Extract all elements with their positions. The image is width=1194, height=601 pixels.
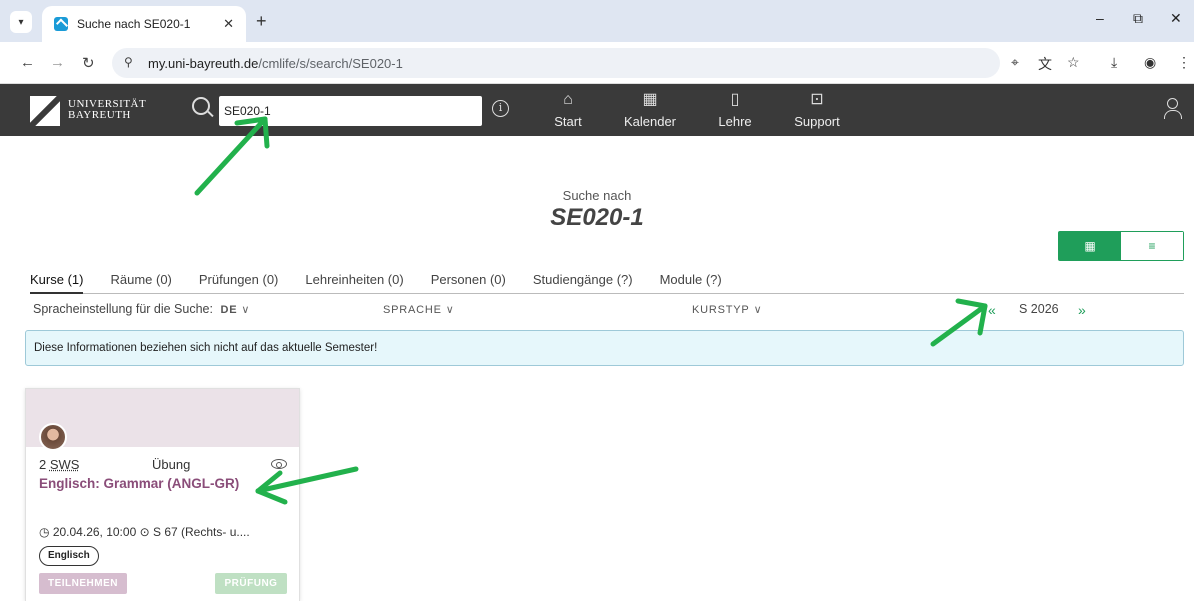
- nav-start[interactable]: ⌂ Start: [548, 90, 588, 129]
- toolbox-icon: ⊡: [810, 91, 824, 108]
- search-caption: Suche nach: [562, 188, 632, 203]
- browser-toolbar: ← → ↻ ⚲ my.uni-bayreuth.de/cmlife/s/sear…: [0, 42, 1194, 84]
- translate-icon[interactable]: 文: [1038, 54, 1052, 74]
- tab-personen[interactable]: Personen (0): [431, 272, 506, 294]
- tab-pruefungen[interactable]: Prüfungen (0): [199, 272, 279, 294]
- profile-icon[interactable]: ◉: [1144, 54, 1156, 71]
- tab-kurse[interactable]: Kurse (1): [30, 272, 84, 294]
- nav-support[interactable]: ⊡ Support: [790, 90, 844, 129]
- course-type: Übung: [152, 457, 191, 472]
- book-icon: ▯: [730, 91, 740, 108]
- course-sws: 2 SWS: [39, 457, 79, 472]
- grid-icon: ▦: [1084, 239, 1096, 253]
- kurstyp-filter[interactable]: KURSTYP ∨: [692, 302, 762, 316]
- forward-arrow-icon[interactable]: →: [50, 54, 65, 71]
- nav-start-label: Start: [554, 114, 582, 129]
- chevron-down-icon: ∨: [445, 304, 454, 316]
- semester-label: S 2026: [1019, 302, 1059, 316]
- user-icon[interactable]: [1164, 98, 1182, 120]
- sprache-filter-label: SPRACHE: [383, 304, 442, 316]
- join-button[interactable]: TEILNEHMEN: [39, 573, 127, 594]
- course-title[interactable]: Englisch: Grammar (ANGL-GR): [39, 476, 239, 491]
- reload-icon[interactable]: ↻: [82, 54, 95, 72]
- minimize-icon[interactable]: –: [1096, 10, 1104, 26]
- previous-semester-button[interactable]: «: [988, 302, 996, 318]
- sws-unit: SWS: [49, 457, 80, 472]
- site-header: UNIVERSITÄT BAYREUTH i ⌂ Start ▦ Kalende…: [0, 84, 1194, 136]
- search-term-heading: SE020-1: [550, 204, 644, 231]
- nav-calendar[interactable]: ▦ Kalender: [620, 90, 680, 129]
- grid-view-button[interactable]: ▦: [1059, 232, 1121, 260]
- bookmark-star-icon[interactable]: ☆: [1067, 54, 1080, 71]
- location-off-icon[interactable]: ⌖: [1011, 54, 1019, 71]
- tab-lehreinheiten[interactable]: Lehreinheiten (0): [305, 272, 403, 294]
- semester-info-banner: Diese Informationen beziehen sich nicht …: [25, 330, 1184, 366]
- location-pin-icon: ⊙: [139, 525, 150, 539]
- course-room: S 67 (Rechts- u....: [153, 525, 250, 539]
- search-icon[interactable]: [192, 97, 210, 115]
- download-icon[interactable]: ⤓: [1111, 54, 1117, 71]
- language-setting-value: DE: [220, 304, 238, 316]
- tab-title: Suche nach SE020-1: [77, 17, 191, 31]
- close-tab-icon[interactable]: ✕: [223, 16, 234, 32]
- window-close-icon[interactable]: ✕: [1170, 10, 1182, 27]
- lecturer-avatar[interactable]: [39, 423, 67, 451]
- kurstyp-filter-label: KURSTYP: [692, 304, 750, 316]
- tab-studiengaenge[interactable]: Studiengänge (?): [533, 272, 633, 294]
- view-toggle: ▦ ≡: [1058, 231, 1184, 261]
- nav-calendar-label: Kalender: [623, 114, 677, 129]
- site-info-icon[interactable]: ⚲: [124, 55, 133, 69]
- chevron-down-icon: ∨: [753, 304, 762, 316]
- search-input[interactable]: [219, 96, 482, 126]
- list-view-button[interactable]: ≡: [1121, 232, 1183, 260]
- info-message: Diese Informationen beziehen sich nicht …: [34, 342, 378, 354]
- list-icon: ≡: [1148, 239, 1156, 253]
- back-arrow-icon[interactable]: ←: [20, 54, 35, 71]
- language-badge: Englisch: [39, 546, 99, 566]
- course-card[interactable]: 2 SWS Übung Englisch: Grammar (ANGL-GR) …: [25, 388, 300, 601]
- nav-lehre[interactable]: ▯ Lehre: [713, 90, 757, 129]
- home-icon: ⌂: [563, 91, 573, 108]
- tab-module[interactable]: Module (?): [660, 272, 722, 294]
- menu-dots-icon[interactable]: ⋮: [1177, 54, 1191, 71]
- sws-number: 2: [39, 457, 47, 472]
- card-header: [26, 389, 299, 447]
- course-meta: ◷ 20.04.26, 10:00 ⊙ S 67 (Rechts- u....: [39, 525, 250, 539]
- clock-icon: ◷: [39, 525, 50, 539]
- course-time: 20.04.26, 10:00: [52, 525, 137, 539]
- language-setting: Spracheinstellung für die Suche: DE ∨: [33, 302, 249, 316]
- language-setting-dropdown[interactable]: DE ∨: [220, 302, 249, 316]
- tab-list-chevron-icon[interactable]: ▾: [10, 11, 32, 33]
- chevron-down-icon: ∨: [241, 304, 250, 316]
- nav-support-label: Support: [794, 114, 840, 129]
- browser-tab[interactable]: Suche nach SE020-1 ✕: [42, 6, 246, 42]
- address-bar[interactable]: ⚲ my.uni-bayreuth.de/cmlife/s/search/SE0…: [112, 48, 1000, 78]
- next-semester-button[interactable]: »: [1078, 302, 1086, 318]
- browser-tabbar: ▾ Suche nach SE020-1 ✕ + – ⧉ ✕: [0, 0, 1194, 42]
- url-host: my.uni-bayreuth.de: [148, 55, 259, 71]
- tab-raeume[interactable]: Räume (0): [110, 272, 171, 294]
- restore-icon[interactable]: ⧉: [1133, 10, 1143, 27]
- university-logo-text[interactable]: UNIVERSITÄT BAYREUTH: [68, 99, 146, 121]
- university-logo-icon[interactable]: [30, 96, 60, 126]
- result-tabs: Kurse (1) Räume (0) Prüfungen (0) Lehrei…: [30, 272, 1184, 294]
- info-icon[interactable]: i: [492, 100, 509, 117]
- new-tab-plus-icon[interactable]: +: [256, 11, 267, 32]
- url-path: /cmlife/s/search/SE020-1: [258, 55, 403, 71]
- site-favicon-icon: [54, 17, 68, 31]
- sprache-filter[interactable]: SPRACHE ∨: [383, 302, 454, 316]
- eye-icon[interactable]: [271, 459, 287, 469]
- nav-lehre-label: Lehre: [718, 114, 752, 129]
- exam-button[interactable]: PRÜFUNG: [215, 573, 287, 594]
- logo-line-2: BAYREUTH: [68, 109, 131, 121]
- language-setting-label: Spracheinstellung für die Suche:: [33, 302, 213, 316]
- calendar-icon: ▦: [642, 91, 658, 108]
- filter-bar: Spracheinstellung für die Suche: DE ∨ SPR…: [30, 302, 1184, 320]
